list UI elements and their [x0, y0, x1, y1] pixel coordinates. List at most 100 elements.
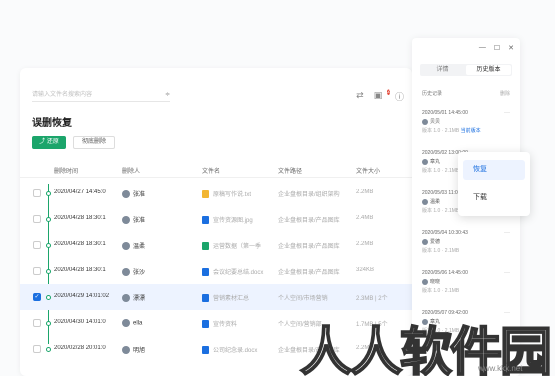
file-icon	[202, 346, 209, 355]
search-input[interactable]: 请输入文件名搜索内容 ≑	[32, 88, 170, 102]
table-row[interactable]: 2020/04/28 18:30:1 温柔 运营数据（第一季 企业盘根目录/产品图库 2…	[20, 232, 412, 258]
window-controls: — ☐ ✕	[479, 44, 514, 52]
avatar	[122, 346, 130, 355]
file-icon	[202, 268, 209, 277]
file-size: 2.2MB	[356, 241, 374, 247]
notification-badge: 2	[387, 89, 390, 95]
file-icon	[202, 320, 209, 329]
history-header: 历史记录 删除	[422, 90, 510, 97]
avatar	[122, 294, 130, 303]
row-checkbox[interactable]	[33, 319, 41, 327]
context-menu: 恢复 下载	[458, 152, 530, 216]
row-checkbox[interactable]	[33, 215, 41, 223]
history-note: 版本 1.0 · 2.1MB	[422, 248, 460, 254]
col-filesize[interactable]: 文件大小	[356, 166, 380, 175]
avatar	[122, 268, 130, 277]
deleter: 漂漂	[122, 293, 192, 303]
history-note: 版本 1.0 · 2.1MB	[422, 288, 460, 294]
page-title: 误删恢复	[32, 118, 72, 129]
file-icon	[202, 294, 209, 303]
row-checkbox[interactable]	[33, 345, 41, 353]
search-filter-icon[interactable]: ≑	[165, 88, 170, 102]
col-deleter: 删除人	[122, 169, 141, 175]
history-item[interactable]: 2020/05/04 10:30:43 ··· 爱德版本 1.0 · 2.1MB	[422, 230, 514, 254]
menu-download[interactable]: 下载	[463, 188, 525, 208]
current-version-link[interactable]: 当前版本	[461, 128, 481, 134]
delete-time: 2020/04/29 14:01:02	[54, 293, 110, 299]
table-row[interactable]: 2020/04/27 14:45:0 张准 原稿写作说.txt 企业盘根目录/组织架构…	[20, 180, 412, 206]
row-checkbox[interactable]: ✓	[33, 293, 41, 301]
avatar	[422, 278, 428, 285]
minimize-icon[interactable]: —	[479, 44, 486, 52]
deleter: 张准	[122, 215, 192, 225]
file-path: 企业盘根目录/产品图库	[278, 244, 340, 250]
file-name[interactable]: 原稿写作说.txt	[202, 189, 274, 199]
deleter: 温柔	[122, 241, 192, 251]
history-header-label: 历史记录	[422, 91, 443, 97]
deleter: 张沙	[122, 267, 192, 277]
avatar	[422, 238, 428, 245]
history-user: 贝贝	[422, 118, 514, 125]
timeline-dot	[46, 347, 51, 352]
maximize-icon[interactable]: ☐	[494, 44, 500, 52]
timeline-dot	[46, 243, 51, 248]
close-icon[interactable]: ✕	[508, 44, 514, 52]
file-name[interactable]: 公司纪念录.docx	[202, 345, 274, 355]
switch-icon[interactable]: ⇄	[356, 90, 364, 103]
more-icon[interactable]: ···	[504, 230, 510, 236]
file-size: 2.3MB | 2个	[356, 296, 388, 302]
table-row[interactable]: 2020/04/28 18:30:1 张准 宣传资源图.jpg 企业盘根目录/产品图库…	[20, 206, 412, 232]
tab-details[interactable]: 详情	[420, 64, 465, 76]
menu-restore[interactable]: 恢复	[463, 160, 525, 180]
watermark-url: www.kkx.net	[478, 364, 523, 373]
avatar	[422, 118, 428, 125]
row-checkbox[interactable]	[33, 241, 41, 249]
file-name[interactable]: 会议纪要总结.docx	[202, 267, 274, 277]
history-user: 晓晓	[422, 278, 514, 285]
restore-button[interactable]: ⤴ 还原	[32, 136, 66, 149]
file-name[interactable]: 宣传资料	[202, 319, 274, 329]
file-size: 2.2MB	[356, 189, 374, 195]
file-icon	[202, 190, 209, 199]
col-filename[interactable]: 文件名	[202, 166, 220, 175]
avatar	[122, 242, 130, 251]
history-time: 2020/05/01 14:45:00	[422, 110, 468, 116]
permanent-delete-button[interactable]: 彻底删除	[73, 136, 115, 149]
history-item[interactable]: 2020/05/06 14:45:00 ··· 晓晓版本 1.0 · 2.1MB	[422, 270, 514, 294]
deleter: 张准	[122, 189, 192, 199]
timeline-dot	[46, 191, 51, 196]
history-time: 2020/05/06 14:45:00	[422, 270, 468, 276]
table-row[interactable]: ✓ 2020/04/29 14:01:02 漂漂 营销素材汇总 个人空间/市场营销 2.3…	[20, 284, 412, 310]
delete-time: 2020/04/27 14:45:0	[54, 189, 106, 195]
more-icon[interactable]: ···	[504, 110, 510, 116]
row-checkbox[interactable]	[33, 189, 41, 197]
file-name[interactable]: 宣传资源图.jpg	[202, 215, 274, 225]
file-name[interactable]: 运营数据（第一季	[202, 241, 274, 251]
timeline-dot	[46, 321, 51, 326]
avatar	[122, 190, 130, 199]
file-icon	[202, 216, 209, 225]
history-time: 2020/05/04 10:30:43	[422, 230, 468, 236]
table-header: 删除时间 删除人 文件名 文件路径 文件大小	[20, 164, 412, 178]
timeline-dot	[46, 295, 51, 300]
tab-history[interactable]: 历史版本	[466, 65, 511, 75]
history-delete-link[interactable]: 删除	[500, 90, 510, 97]
help-icon[interactable]: ⓘ	[395, 90, 404, 103]
inbox-icon[interactable]: ▣ 2	[374, 89, 390, 103]
history-item[interactable]: 2020/05/01 14:45:00 ··· 贝贝 版本 1.0 · 2.1MB 当…	[422, 110, 514, 134]
row-checkbox[interactable]	[33, 267, 41, 275]
avatar	[122, 216, 130, 225]
file-path: 企业盘根目录/产品图库	[278, 218, 340, 224]
table-row[interactable]: 2020/04/28 18:30:1 张沙 会议纪要总结.docx 企业盘根目录/产品…	[20, 258, 412, 284]
delete-time: 2020/04/28 18:30:1	[54, 215, 106, 221]
file-name[interactable]: 营销素材汇总	[202, 293, 274, 303]
file-path: 企业盘根目录/组织架构	[278, 192, 340, 198]
timeline-dot	[46, 269, 51, 274]
more-icon[interactable]: ···	[504, 270, 510, 276]
col-filepath: 文件路径	[278, 169, 303, 175]
file-icon	[202, 242, 209, 251]
file-path: 企业盘根目录/产品图库	[278, 270, 340, 276]
col-delete-time[interactable]: 删除时间	[54, 166, 78, 175]
timeline-dot	[46, 217, 51, 222]
history-user: 爱德	[422, 238, 514, 245]
